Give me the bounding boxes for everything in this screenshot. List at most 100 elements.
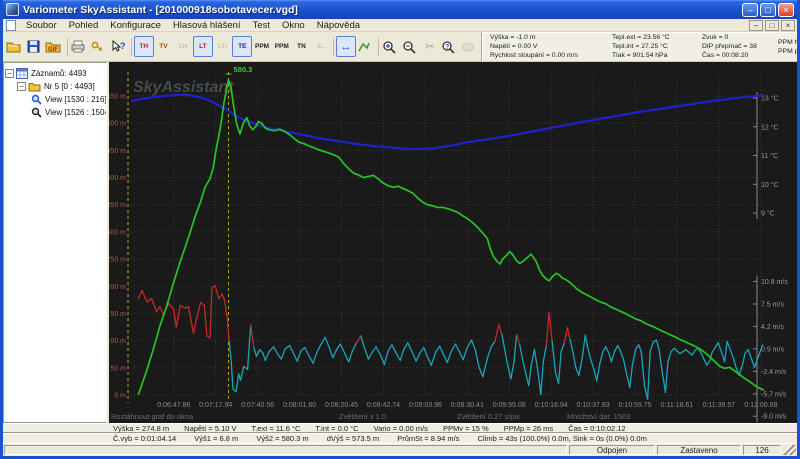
svg-text:0.9 m/s: 0.9 m/s [761, 346, 784, 353]
menu-napoveda[interactable]: Nápověda [311, 20, 366, 31]
svg-text:0:12:00.68: 0:12:00.68 [744, 402, 777, 409]
toggle-ppm-period[interactable]: PPM [272, 36, 292, 57]
tree-item-view-1[interactable]: View [1530 : 216] [5, 93, 107, 106]
magnifier-minus-icon [402, 40, 416, 54]
menu-test[interactable]: Test [247, 20, 276, 31]
title-bar[interactable]: Variometer SkyAssistant - [201000918sobo… [3, 0, 797, 19]
svg-text:350 m: 350 m [109, 202, 126, 209]
reading-ppm-hodnota: PPM hodnota = 0 % [778, 38, 799, 46]
menu-okno[interactable]: Okno [276, 20, 311, 31]
polygon-icon [357, 41, 371, 53]
zoom-in-button[interactable] [381, 36, 401, 57]
tree-item-records[interactable]: − Záznamů: 4493 [5, 67, 105, 80]
mdi-close-button[interactable]: × [781, 19, 795, 31]
tree-item-view-2[interactable]: View [1526 : 1504] [5, 106, 106, 119]
ro-prumst: PrůmSt = 8.94 m/s [397, 434, 460, 443]
chart-canvas[interactable]: 550 m 500 m 450 m 400 m 350 m 300 m 250 m 200 m… [107, 62, 797, 423]
status-message-cell [4, 445, 567, 455]
reading-rychlost: Rychlost stoupání = 0.00 m/s [490, 52, 578, 59]
svg-text:0:08:01.60: 0:08:01.60 [283, 402, 316, 409]
svg-text:10.8 m/s: 10.8 m/s [761, 279, 788, 286]
save-button[interactable] [25, 36, 45, 57]
print-button[interactable] [70, 36, 90, 57]
menu-soubor[interactable]: Soubor [20, 20, 63, 31]
svg-text:450 m: 450 m [109, 148, 126, 155]
pan-button[interactable]: ↔ [336, 36, 356, 57]
magnifier-question-icon: ? [441, 40, 455, 54]
svg-text:300 m: 300 m [109, 229, 126, 236]
svg-text:200 m: 200 m [109, 284, 126, 291]
svg-text:0:09:55.08: 0:09:55.08 [493, 402, 526, 409]
scissors-icon: ✂ [425, 41, 435, 53]
svg-text:400 m: 400 m [109, 175, 126, 182]
menu-pohled[interactable]: Pohled [63, 20, 105, 31]
menu-konfigurace[interactable]: Konfigurace [104, 20, 167, 31]
reading-dip: DIP přepínač = 38 [702, 43, 757, 50]
svg-text:550 m: 550 m [109, 94, 126, 101]
record-button [459, 36, 479, 57]
cut-button: ✂ [420, 36, 440, 57]
toggle-temp-graph-v[interactable]: TV [154, 36, 174, 57]
svg-text:580.3: 580.3 [233, 65, 252, 74]
svg-text:0:09:03.96: 0:09:03.96 [409, 402, 442, 409]
mdi-minimize-button[interactable]: ‒ [749, 19, 763, 31]
menu-bar: Soubor Pohled Konfigurace Hlasová hlášen… [3, 19, 797, 32]
tree-item-label: Nr 5 [0 : 4493] [44, 82, 95, 91]
toggle-lt[interactable]: LT [193, 36, 213, 57]
toggle-e: E.. [317, 43, 326, 50]
variogram-chart[interactable]: 550 m 500 m 450 m 400 m 350 m 300 m 250 m 200 m… [107, 62, 797, 423]
tree-item-nr5[interactable]: − Nr 5 [0 : 4493] [5, 80, 105, 93]
svg-text:0:10:16.94: 0:10:16.94 [535, 402, 568, 409]
svg-text:0:08:20.45: 0:08:20.45 [325, 402, 358, 409]
folder-icon [6, 40, 21, 53]
reading-tepl-ext: Tepl.ext = 23.56 °C [612, 34, 670, 41]
export-gif-button[interactable]: GIF [45, 36, 65, 57]
ro-vyska: Výška = 274.8 m [113, 424, 170, 433]
svg-text:7.5 m/s: 7.5 m/s [761, 302, 784, 309]
record-tree: − Záznamů: 4493 − Nr 5 [0 : 4493] View [… [3, 62, 107, 423]
status-connection: Odpojen [569, 445, 655, 455]
svg-text:-2.4 m/s: -2.4 m/s [761, 369, 787, 376]
key-icon [91, 40, 104, 53]
svg-text:SkyAssistant: SkyAssistant [133, 79, 234, 96]
toggle-tn[interactable]: TN [292, 36, 312, 57]
ro-vario: Vario = 0.00 m/s [373, 424, 428, 433]
document-icon[interactable] [6, 19, 16, 31]
key-button[interactable] [89, 36, 109, 57]
collapse-icon[interactable]: − [5, 69, 14, 78]
svg-text:50 m: 50 m [110, 365, 126, 372]
toggle-ppm-value[interactable]: PPM [252, 36, 272, 57]
maximize-button[interactable]: □ [760, 2, 776, 17]
tree-item-label: View [1530 : 216] [45, 95, 107, 104]
ro-napeti: Napětí = 5.10 V [184, 424, 237, 433]
status-state: Zastaveno [657, 445, 741, 455]
mdi-restore-button[interactable]: □ [765, 19, 779, 31]
toggle-lte[interactable]: TE [232, 36, 253, 57]
svg-text:500 m: 500 m [109, 121, 126, 128]
minimize-button[interactable]: ‒ [742, 2, 758, 17]
find-button[interactable]: ? [440, 36, 460, 57]
svg-text:-5.7 m/s: -5.7 m/s [761, 391, 787, 398]
svg-text:11 °C: 11 °C [761, 152, 778, 160]
close-button[interactable]: × [778, 2, 794, 17]
resize-grip[interactable] [783, 445, 796, 455]
reading-cas: Čas = 00:08:20 [702, 52, 749, 59]
svg-text:0 m: 0 m [114, 393, 126, 400]
collapse-icon[interactable]: − [17, 82, 26, 91]
ro-ppmp: PPMp = 26 ms [503, 424, 554, 433]
zoom-out-button[interactable] [400, 36, 420, 57]
svg-text:GIF: GIF [48, 47, 58, 53]
reading-ppm-perioda: PPM perioda = 0.0 ms [778, 47, 799, 55]
svg-text:0:06:47.86: 0:06:47.86 [157, 402, 190, 409]
printer-icon [71, 40, 85, 53]
ro-cas: Čas = 0:10:02.12 [568, 424, 626, 433]
context-help-button[interactable]: ? [109, 36, 129, 57]
svg-text:0:10:37.83: 0:10:37.83 [577, 402, 610, 409]
ro-vys2: Výš2 = 580.3 m [256, 434, 309, 443]
toggle-temp-graph-h[interactable]: TH [133, 36, 154, 57]
open-file-button[interactable] [5, 36, 25, 57]
menu-hlasova-hlaseni[interactable]: Hlasová hlášení [167, 20, 247, 31]
svg-text:100 m: 100 m [109, 338, 126, 345]
horizontal-arrows-icon: ↔ [340, 40, 352, 53]
polygon-button[interactable] [356, 36, 376, 57]
